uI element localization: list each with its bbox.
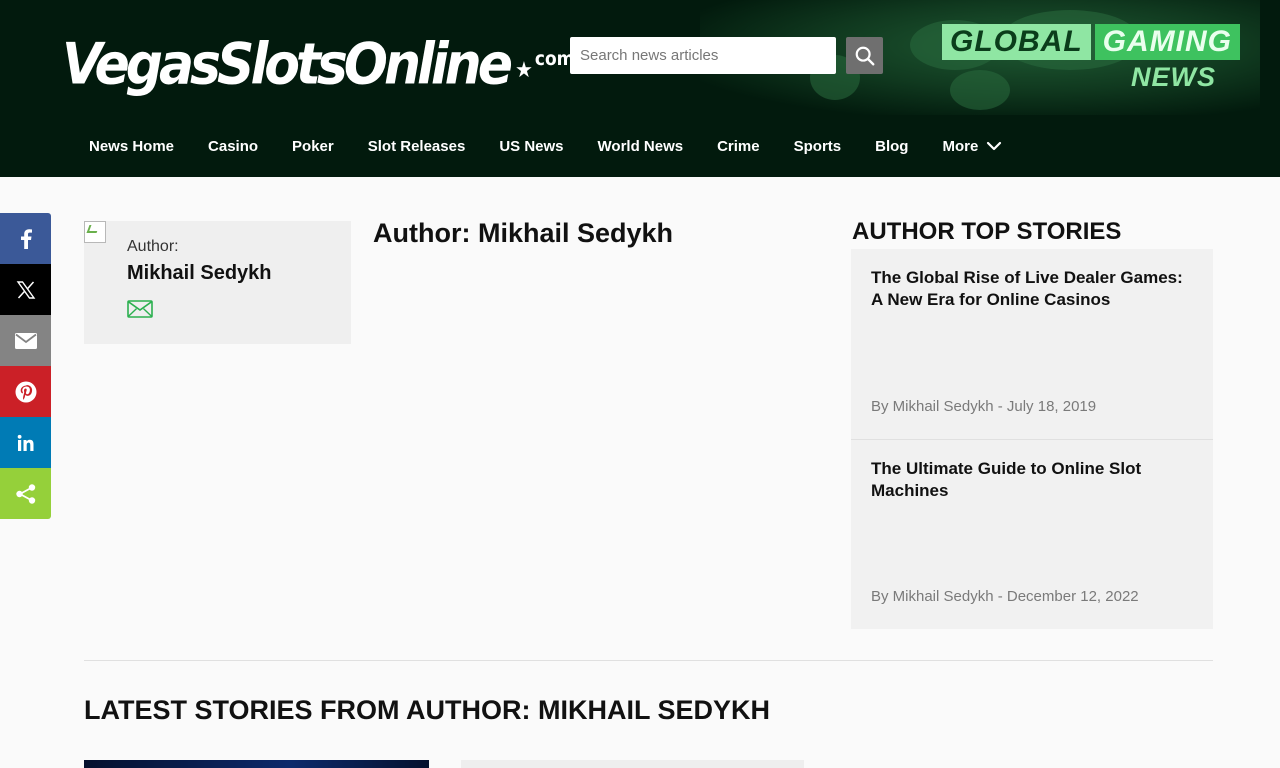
nav-label: US News xyxy=(499,137,564,155)
nav-label: More xyxy=(942,137,979,155)
nav-label: Blog xyxy=(875,137,909,155)
main-nav: News Home Casino Poker Slot Releases US … xyxy=(72,115,1019,177)
story-title[interactable]: The Global Rise of Live Dealer Games: A … xyxy=(871,267,1193,311)
nav-item-blog[interactable]: Blog xyxy=(858,138,925,155)
author-label: Author: xyxy=(127,238,179,255)
nav-item-us-news[interactable]: US News xyxy=(482,138,580,155)
nav-item-sports[interactable]: Sports xyxy=(777,138,859,155)
page-title: Author: Mikhail Sedykh xyxy=(373,218,674,248)
section-divider xyxy=(84,660,1213,661)
nav-label: Slot Releases xyxy=(367,137,466,155)
nav-label: Sports xyxy=(793,137,842,155)
nav-item-news-home[interactable]: News Home xyxy=(72,138,191,155)
nav-item-more[interactable]: More xyxy=(925,138,1019,155)
author-card: Author: Mikhail Sedykh xyxy=(84,221,351,344)
search-icon xyxy=(855,46,874,65)
top-stories-heading: AUTHOR TOP STORIES xyxy=(852,218,1122,245)
author-avatar-broken-image-icon xyxy=(84,221,106,243)
site-logo[interactable]: VegasSlotsOnline ★ com xyxy=(62,14,574,93)
nav-label: Poker xyxy=(292,137,334,155)
nav-item-crime[interactable]: Crime xyxy=(700,138,777,155)
latest-story-thumbnail[interactable] xyxy=(84,760,429,768)
story-title[interactable]: The Ultimate Guide to Online Slot Machin… xyxy=(871,458,1193,502)
share-bar xyxy=(0,213,51,519)
email-share-button[interactable] xyxy=(0,315,51,366)
logo-star-icon: ★ xyxy=(514,56,533,83)
author-email-link[interactable] xyxy=(127,300,153,323)
logo-suffix: com xyxy=(534,48,575,71)
nav-item-poker[interactable]: Poker xyxy=(275,138,351,155)
pinterest-icon xyxy=(15,381,36,402)
chevron-down-icon xyxy=(987,141,1002,151)
x-icon xyxy=(16,280,35,299)
facebook-share-button[interactable] xyxy=(0,213,51,264)
share-icon xyxy=(15,483,35,504)
search-button[interactable] xyxy=(846,37,883,74)
author-name: Mikhail Sedykh xyxy=(127,262,272,284)
nav-label: Casino xyxy=(208,137,259,155)
top-story-card[interactable]: The Global Rise of Live Dealer Games: A … xyxy=(851,249,1213,439)
brand-news: NEWS xyxy=(1131,62,1216,92)
site-header: VegasSlotsOnline ★ com GLOBAL GAMING NEW… xyxy=(0,0,1280,177)
envelope-icon xyxy=(127,300,153,318)
search-input[interactable] xyxy=(570,37,836,74)
nav-label: Crime xyxy=(717,137,760,155)
story-meta: By Mikhail Sedykh - July 18, 2019 xyxy=(871,398,1097,415)
pinterest-share-button[interactable] xyxy=(0,366,51,417)
brand-global: GLOBAL xyxy=(942,24,1091,60)
generic-share-button[interactable] xyxy=(0,468,51,519)
latest-stories-heading: LATEST STORIES FROM AUTHOR: MIKHAIL SEDY… xyxy=(84,695,771,725)
nav-item-world-news[interactable]: World News xyxy=(581,138,701,155)
x-share-button[interactable] xyxy=(0,264,51,315)
linkedin-icon xyxy=(17,434,33,451)
latest-story-thumbnail[interactable] xyxy=(461,760,804,768)
nav-item-slot-releases[interactable]: Slot Releases xyxy=(351,138,483,155)
top-story-card[interactable]: The Ultimate Guide to Online Slot Machin… xyxy=(851,439,1213,629)
email-icon xyxy=(14,332,37,349)
global-gaming-news-logo[interactable]: GLOBAL GAMING NEWS xyxy=(942,24,1240,94)
logo-text: VegasSlotsOnline xyxy=(62,31,513,98)
brand-gaming: GAMING xyxy=(1094,24,1240,60)
nav-label: News Home xyxy=(89,137,175,155)
story-meta: By Mikhail Sedykh - December 12, 2022 xyxy=(871,588,1139,605)
linkedin-share-button[interactable] xyxy=(0,417,51,468)
nav-label: World News xyxy=(597,137,684,155)
nav-item-casino[interactable]: Casino xyxy=(191,138,275,155)
facebook-icon xyxy=(20,228,32,249)
